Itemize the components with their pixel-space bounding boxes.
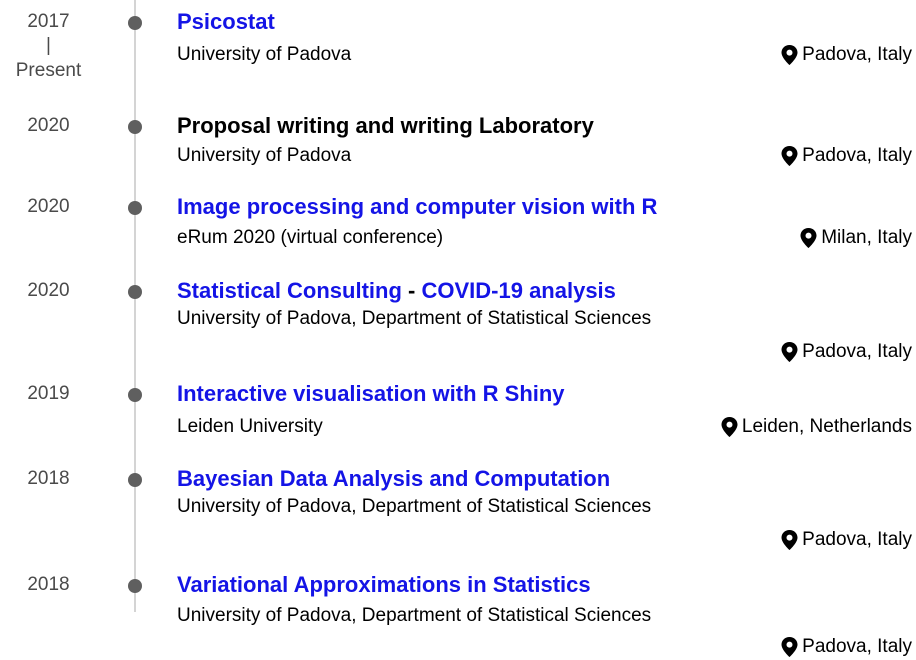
entry-title: Image processing and computer vision wit… (177, 192, 657, 222)
timeline-dot (128, 285, 142, 299)
entry-title-link-2[interactable]: COVID-19 analysis (421, 278, 615, 303)
date-end: Present (15, 60, 82, 81)
entry-title: Statistical Consulting - COVID-19 analys… (177, 276, 616, 306)
entry-title: Proposal writing and writing Laboratory (177, 111, 594, 141)
entry-location: Padova, Italy (781, 339, 912, 365)
entry-title-link-1[interactable]: Statistical Consulting (177, 278, 402, 303)
entry-location: Padova, Italy (781, 634, 912, 660)
date-start: 2017 (27, 11, 70, 32)
title-separator: - (401, 278, 422, 303)
entry-location: Padova, Italy (781, 42, 912, 68)
map-pin-icon (781, 45, 798, 65)
location-text: Leiden, Netherlands (741, 416, 912, 437)
entry-organization: University of Padova, Department of Stat… (177, 496, 652, 517)
timeline-dot (128, 388, 142, 402)
map-pin-icon (781, 530, 798, 550)
location-text: Padova, Italy (802, 145, 912, 166)
timeline-dot (128, 201, 142, 215)
timeline-dot (128, 120, 142, 134)
entry-organization: eRum 2020 (virtual conference) (177, 227, 444, 248)
entry-organization: University of Padova (177, 44, 352, 65)
date-separator: | (46, 35, 51, 56)
entry-organization: University of Padova (177, 145, 352, 166)
location-text: Milan, Italy (821, 227, 912, 248)
location-text: Padova, Italy (802, 636, 912, 657)
entry-title: Interactive visualisation with R Shiny (177, 379, 565, 409)
entry-title-text: Proposal writing and writing Laboratory (177, 113, 594, 138)
entry-date: 2020 (27, 280, 70, 301)
entry-title-link[interactable]: Variational Approximations in Statistics (177, 572, 591, 597)
map-pin-icon (781, 342, 798, 362)
location-text: Padova, Italy (802, 529, 912, 550)
entry-location: Padova, Italy (781, 527, 912, 553)
timeline-dot (128, 16, 142, 30)
entry-date: 2020 (27, 196, 70, 217)
entry-title-link[interactable]: Image processing and computer vision wit… (177, 194, 657, 219)
entry-location: Milan, Italy (800, 225, 912, 251)
location-text: Padova, Italy (802, 44, 912, 65)
timeline-dot (128, 579, 142, 593)
entry-date: 2018 (27, 468, 70, 489)
entry-location: Leiden, Netherlands (721, 414, 912, 440)
entry-date: 2019 (27, 383, 70, 404)
map-pin-icon (781, 637, 798, 657)
entry-title-link[interactable]: Interactive visualisation with R Shiny (177, 381, 565, 406)
entry-title: Variational Approximations in Statistics (177, 570, 591, 600)
entry-title-link[interactable]: Bayesian Data Analysis and Computation (177, 466, 610, 491)
map-pin-icon (721, 417, 738, 437)
entry-organization: University of Padova, Department of Stat… (177, 605, 652, 626)
map-pin-icon (800, 228, 817, 248)
entry-organization: Leiden University (177, 416, 323, 437)
entry-title-link[interactable]: Psicostat (177, 9, 275, 34)
location-text: Padova, Italy (802, 341, 912, 362)
entry-date: 2017 | Present (0, 7, 97, 85)
entry-date: 2020 (27, 115, 70, 136)
entry-location: Padova, Italy (781, 143, 912, 169)
entry-date: 2018 (27, 574, 70, 595)
map-pin-icon (781, 146, 798, 166)
entry-organization: University of Padova, Department of Stat… (177, 308, 652, 329)
entry-title: Psicostat (177, 7, 275, 37)
entry-title: Bayesian Data Analysis and Computation (177, 464, 610, 494)
timeline-dot (128, 473, 142, 487)
timeline-line (134, 0, 136, 612)
